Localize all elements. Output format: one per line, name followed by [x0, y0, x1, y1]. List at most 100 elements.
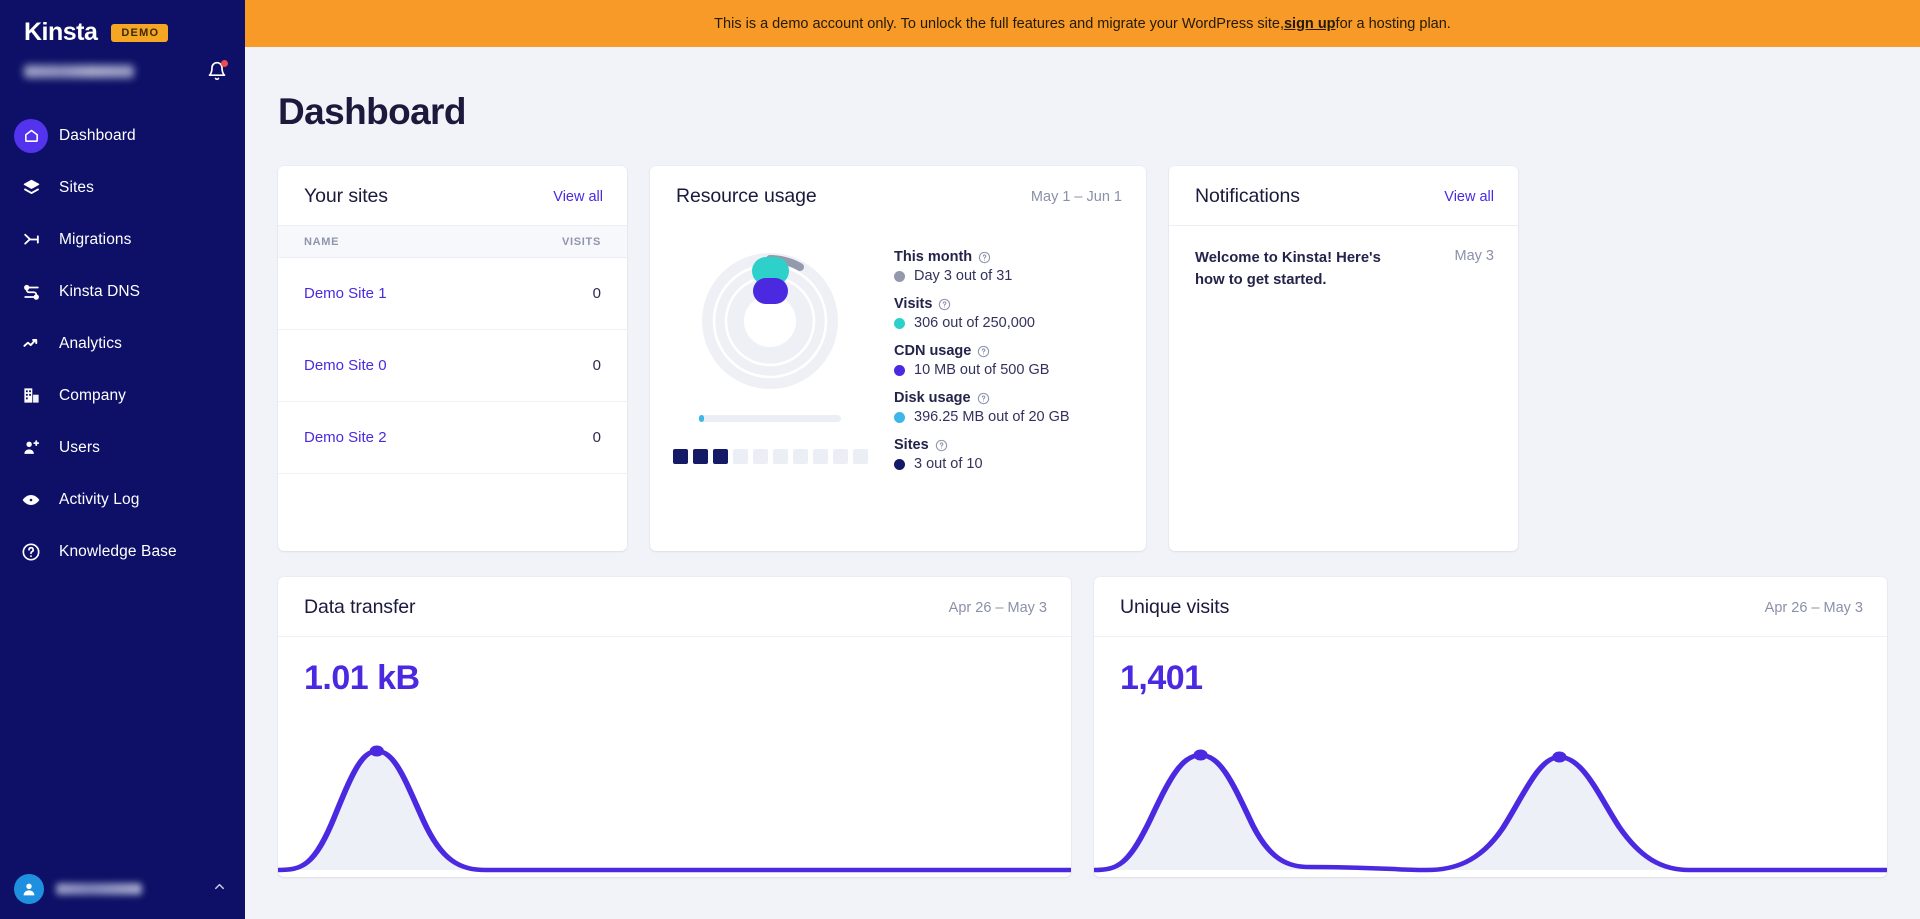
help-icon[interactable]	[978, 251, 991, 264]
sidebar-item-kinsta-dns[interactable]: Kinsta DNS	[0, 271, 245, 312]
sidebar-item-analytics[interactable]: Analytics	[0, 323, 245, 364]
notifications-view-all-link[interactable]: View all	[1444, 189, 1494, 205]
building-icon	[14, 379, 48, 413]
kinsta-logo: Kinsta	[24, 18, 98, 46]
metric-label-row: This month	[894, 249, 1146, 265]
demo-badge: DEMO	[111, 23, 169, 42]
site-square-empty	[752, 449, 768, 464]
metric-label-row: CDN usage	[894, 343, 1146, 359]
sidebar-nav: Dashboard Sites Migrations Kinsta DNS An…	[0, 115, 245, 572]
sidebar-item-dashboard[interactable]: Dashboard	[0, 115, 245, 156]
help-icon[interactable]	[977, 392, 990, 405]
notifications-bell-button[interactable]	[207, 60, 228, 81]
metric-cdn-usage: CDN usage 10 MB out of 500 GB	[894, 343, 1146, 378]
app-root: Kinsta DEMO Dashboard Sites Migrations K…	[0, 0, 1920, 919]
resource-usage-body: This month Day 3 out of 31 Visits 306 ou…	[650, 225, 1146, 484]
unique-visits-header: Unique visits Apr 26 – May 3	[1094, 577, 1887, 637]
notifications-card: Notifications View all Welcome to Kinsta…	[1169, 166, 1518, 551]
sidebar-label-company: Company	[59, 386, 127, 404]
site-square-filled	[712, 449, 728, 464]
disk-usage-progress-fill	[699, 415, 704, 422]
metric-label-row: Disk usage	[894, 390, 1146, 406]
metric-label-row: Sites	[894, 437, 1146, 453]
demo-banner-text-after: for a hosting plan.	[1335, 15, 1451, 32]
resource-usage-metrics: This month Day 3 out of 31 Visits 306 ou…	[890, 235, 1146, 484]
resource-usage-date-range: May 1 – Jun 1	[1030, 188, 1122, 205]
sidebar-label-knowledge-base: Knowledge Base	[59, 542, 177, 560]
metric-color-dot	[894, 411, 905, 423]
sidebar-item-users[interactable]: Users	[0, 427, 245, 468]
disk-usage-progress-bar	[699, 415, 841, 422]
site-square-empty	[792, 449, 808, 464]
metric-label: Sites	[894, 437, 929, 453]
home-icon	[14, 118, 48, 153]
metric-visits: Visits 306 out of 250,000	[894, 296, 1146, 331]
metric-value-row: Day 3 out of 31	[894, 268, 1146, 284]
your-sites-table-header: NAME VISITS	[278, 225, 627, 258]
table-row[interactable]: Demo Site 0 0	[278, 330, 627, 402]
company-name-blurred	[24, 64, 134, 78]
chevron-up-icon[interactable]	[212, 879, 227, 899]
unique-visits-date-range: Apr 26 – May 3	[1764, 599, 1863, 616]
metric-sites: Sites 3 out of 10	[894, 437, 1146, 472]
resource-usage-visual	[650, 235, 890, 484]
sidebar-item-sites[interactable]: Sites	[0, 167, 245, 208]
demo-banner-text-before: This is a demo account only. To unlock t…	[714, 15, 1284, 32]
data-transfer-total: 1.01 kB	[304, 659, 420, 697]
nav-gap	[0, 364, 245, 375]
layers-icon	[14, 171, 48, 205]
site-name-link[interactable]: Demo Site 1	[304, 285, 387, 302]
data-transfer-date-range: Apr 26 – May 3	[948, 599, 1047, 616]
nav-gap	[0, 312, 245, 323]
sidebar-label-activity-log: Activity Log	[59, 490, 140, 508]
company-switcher-row[interactable]	[0, 47, 245, 81]
metric-color-dot	[894, 364, 905, 376]
eye-icon	[14, 483, 48, 517]
notifications-title: Notifications	[1195, 185, 1300, 207]
demo-banner: This is a demo account only. To unlock t…	[245, 0, 1920, 47]
metric-label: This month	[894, 249, 973, 265]
site-square-empty	[732, 449, 748, 464]
metric-label: Disk usage	[894, 390, 971, 406]
nav-gap	[0, 468, 245, 479]
help-icon[interactable]	[935, 439, 948, 452]
metric-color-dot	[894, 458, 905, 470]
table-row[interactable]: Demo Site 1 0	[278, 258, 627, 330]
list-item[interactable]: Welcome to Kinsta! Here's how to get sta…	[1169, 225, 1518, 292]
user-plus-icon	[14, 431, 48, 465]
metric-value-row: 306 out of 250,000	[894, 315, 1146, 331]
user-account-row[interactable]	[0, 859, 245, 919]
site-name-link[interactable]: Demo Site 0	[304, 357, 387, 374]
data-point-marker	[1193, 749, 1208, 761]
trend-up-icon	[14, 327, 48, 361]
metric-label-row: Visits	[894, 296, 1146, 312]
sidebar-item-company[interactable]: Company	[0, 375, 245, 416]
unique-visits-title: Unique visits	[1120, 596, 1230, 618]
site-visits-value: 0	[592, 285, 601, 302]
page-title: Dashboard	[278, 91, 466, 132]
sites-count-squares	[672, 449, 868, 464]
metric-value-row: 3 out of 10	[894, 456, 1146, 472]
dashboard-content: Dashboard Your sites View all NAME VISIT…	[245, 47, 1920, 919]
site-name-link[interactable]: Demo Site 2	[304, 429, 387, 446]
your-sites-view-all-link[interactable]: View all	[553, 189, 603, 205]
table-row[interactable]: Demo Site 2 0	[278, 402, 627, 474]
nav-gap	[0, 520, 245, 531]
nav-gap	[0, 416, 245, 427]
resource-usage-card: Resource usage May 1 – Jun 1 This month …	[650, 166, 1146, 551]
sidebar-item-activity-log[interactable]: Activity Log	[0, 479, 245, 520]
site-square-empty	[852, 449, 868, 464]
sidebar-item-knowledge-base[interactable]: Knowledge Base	[0, 531, 245, 572]
sign-up-link[interactable]: sign up	[1284, 16, 1336, 32]
sidebar-label-sites: Sites	[59, 178, 94, 196]
metric-color-dot	[894, 317, 905, 329]
site-visits-value: 0	[592, 357, 601, 374]
help-icon[interactable]	[977, 345, 990, 358]
notification-date: May 3	[1454, 248, 1495, 264]
notifications-header: Notifications View all	[1169, 166, 1518, 225]
sidebar-label-users: Users	[59, 438, 100, 456]
cards-row-top: Your sites View all NAME VISITS Demo Sit…	[245, 133, 1920, 551]
help-icon[interactable]	[938, 298, 951, 311]
resource-usage-title: Resource usage	[676, 185, 817, 207]
sidebar-item-migrations[interactable]: Migrations	[0, 219, 245, 260]
